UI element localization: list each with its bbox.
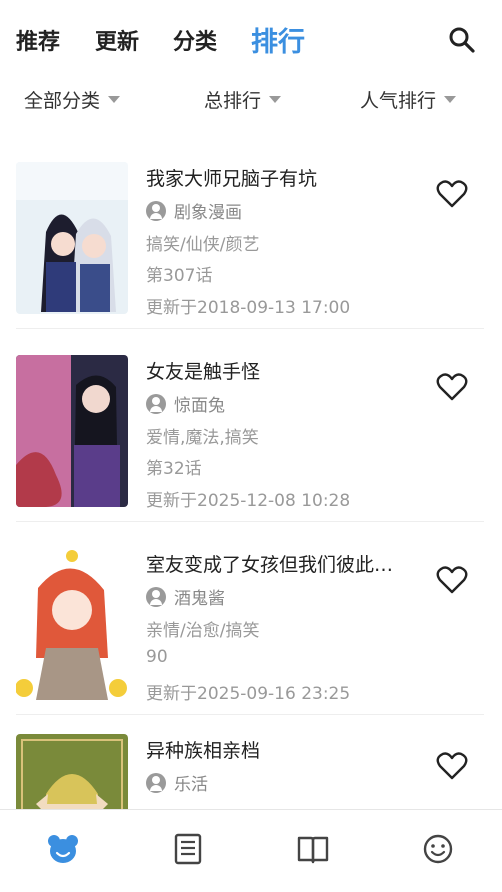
comic-chapter: 第307话 <box>146 266 213 286</box>
top-navigation: 推荐 更新 分类 排行 <box>0 0 502 80</box>
user-avatar-icon <box>146 200 166 221</box>
tab-recommend[interactable]: 推荐 <box>16 24 60 56</box>
smiley-icon[interactable] <box>421 832 455 866</box>
comic-title: 女友是触手怪 <box>146 361 261 383</box>
comic-author: 酒鬼酱 <box>146 584 225 609</box>
comic-updated: 更新于2018-09-13 17:00 <box>146 298 351 318</box>
list-item[interactable]: 女友是触手怪 惊面兔 爱情,魔法,搞笑 第32话 更新于2025-12-08 1… <box>16 341 484 522</box>
comic-tags: 爱情,魔法,搞笑 <box>146 428 259 448</box>
heart-icon[interactable] <box>436 750 468 782</box>
tab-ranking[interactable]: 排行 <box>251 20 305 59</box>
comic-author-name: 酒鬼酱 <box>174 589 225 609</box>
comic-tags: 亲情/治愈/搞笑 <box>146 621 260 641</box>
filter-rank-type[interactable]: 总排行 <box>204 86 282 113</box>
comic-title: 异种族相亲档 <box>146 740 261 762</box>
comic-author: 乐活 <box>146 770 208 795</box>
chevron-down-icon <box>444 96 457 103</box>
chevron-down-icon <box>108 96 121 103</box>
chevron-down-icon <box>269 96 282 103</box>
comic-cover[interactable] <box>16 355 128 507</box>
comic-title: 室友变成了女孩但我们彼此… <box>146 554 394 576</box>
filter-bar: 全部分类 总排行 人气排行 <box>0 86 502 126</box>
bear-home-icon[interactable] <box>46 832 80 866</box>
heart-icon[interactable] <box>436 564 468 596</box>
filter-category-label: 全部分类 <box>24 90 101 112</box>
heart-icon[interactable] <box>436 178 468 210</box>
comic-cover[interactable] <box>16 734 128 810</box>
comic-author: 惊面兔 <box>146 391 225 416</box>
comic-chapter: 90 <box>146 647 168 667</box>
comic-cover[interactable] <box>16 548 128 700</box>
user-avatar-icon <box>146 393 166 414</box>
filter-sort[interactable]: 人气排行 <box>360 86 457 113</box>
document-icon[interactable] <box>171 832 205 866</box>
bottom-navigation <box>0 809 502 892</box>
comic-author-name: 剧象漫画 <box>174 203 242 223</box>
user-avatar-icon <box>146 772 166 793</box>
comic-title: 我家大师兄脑子有坑 <box>146 168 318 190</box>
filter-sort-label: 人气排行 <box>360 90 437 112</box>
comic-tags: 搞笑/仙侠/颜艺 <box>146 235 260 255</box>
list-item[interactable]: 异种族相亲档 乐活 <box>16 720 484 810</box>
tab-update[interactable]: 更新 <box>95 24 139 56</box>
comic-cover[interactable] <box>16 162 128 314</box>
book-icon[interactable] <box>296 832 330 866</box>
comic-author: 剧象漫画 <box>146 198 242 223</box>
user-avatar-icon <box>146 586 166 607</box>
tab-category[interactable]: 分类 <box>173 24 217 56</box>
comic-author-name: 乐活 <box>174 775 208 795</box>
search-icon[interactable] <box>448 26 476 54</box>
comic-list: 我家大师兄脑子有坑 剧象漫画 搞笑/仙侠/颜艺 第307话 更新于2018-09… <box>0 148 502 810</box>
list-item[interactable]: 我家大师兄脑子有坑 剧象漫画 搞笑/仙侠/颜艺 第307话 更新于2018-09… <box>16 148 484 329</box>
filter-rank-type-label: 总排行 <box>204 90 262 112</box>
comic-author-name: 惊面兔 <box>174 396 225 416</box>
comic-updated: 更新于2025-12-08 10:28 <box>146 491 351 511</box>
comic-updated: 更新于2025-09-16 23:25 <box>146 684 351 704</box>
list-item[interactable]: 室友变成了女孩但我们彼此… 酒鬼酱 亲情/治愈/搞笑 90 更新于2025-09… <box>16 534 484 715</box>
filter-category[interactable]: 全部分类 <box>24 86 121 113</box>
comic-chapter: 第32话 <box>146 459 202 479</box>
heart-icon[interactable] <box>436 371 468 403</box>
